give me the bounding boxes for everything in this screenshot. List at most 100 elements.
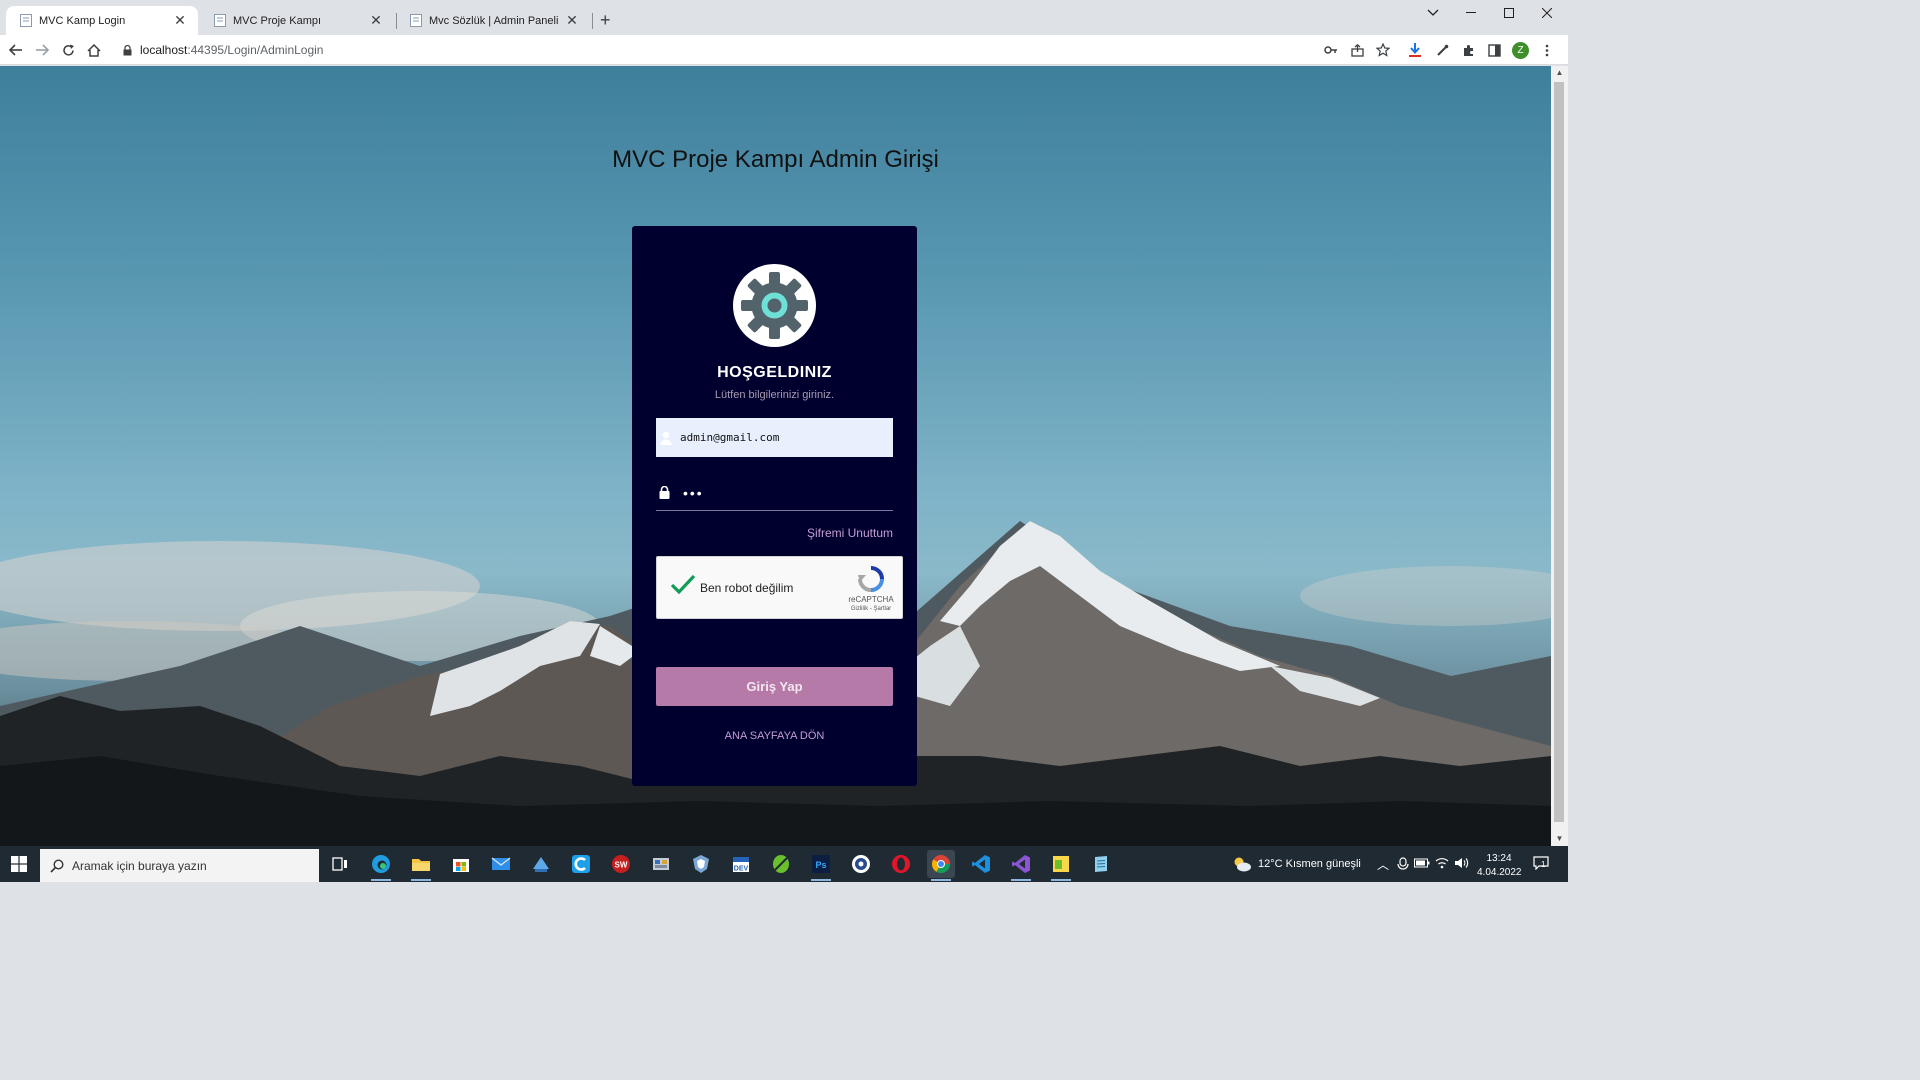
search-icon [50,858,64,873]
notification-count: 1 [1541,860,1546,869]
visual-studio-icon[interactable] [1007,850,1035,881]
sw-app-icon[interactable]: SW [607,850,635,878]
maximize-button[interactable] [1490,0,1528,25]
bookmark-star-icon[interactable] [1373,40,1393,60]
meet-now-icon[interactable] [1397,857,1409,871]
back-to-home-link[interactable]: ANA SAYFAYA DÖN [632,730,917,742]
notepad-icon[interactable] [1087,850,1115,878]
profile-avatar[interactable]: Z [1512,42,1529,59]
password-value: ••• [683,484,704,501]
minimize-button[interactable] [1452,0,1490,25]
recaptcha-label: Ben robot değilim [700,581,794,595]
scroll-up-arrow-icon[interactable]: ▲ [1554,68,1565,77]
recaptcha-brand: reCAPTCHA [848,595,894,604]
page-icon [20,14,32,27]
notifications-button[interactable]: 1 [1533,856,1551,872]
green-leaf-app-icon[interactable] [767,850,795,878]
close-icon[interactable]: ✕ [172,12,188,29]
tab-mvc-kamp-login[interactable]: MVC Kamp Login ✕ [6,6,198,35]
show-hidden-icons-chevron-icon[interactable]: ︿ [1377,856,1389,873]
edge-browser-icon[interactable] [367,850,395,881]
extensions-puzzle-icon[interactable] [1458,40,1478,60]
login-button[interactable]: Giriş Yap [656,667,893,706]
forward-arrow-icon[interactable] [32,40,52,60]
close-window-button[interactable] [1528,0,1566,25]
browser-toolbar: localhost:44395/Login/AdminLogin Z [0,35,1568,65]
login-card: HOŞGELDINIZ Lütfen bilgilerinizi giriniz… [632,226,917,786]
lock-icon [659,486,670,499]
menu-kebab-icon[interactable] [1537,40,1557,60]
system-clock[interactable]: 13:24 4.04.2022 [1477,852,1522,880]
photoshop-icon[interactable]: Ps [807,850,835,881]
email-field[interactable]: admin@gmail.com [656,418,893,457]
eyedropper-icon[interactable] [1432,40,1452,60]
recaptcha-widget[interactable]: Ben robot değilim reCAPTCHA Gizlilik - Ş… [656,556,903,619]
opera-icon[interactable] [887,850,915,878]
share-icon[interactable] [1347,40,1367,60]
new-tab-button[interactable]: + [600,11,611,29]
tab-mvc-sozluk-admin[interactable]: Mvc Sözlük | Admin Paneli ✕ [396,6,590,35]
volume-icon[interactable] [1454,857,1469,869]
battery-icon[interactable] [1414,858,1430,868]
task-view-icon[interactable] [326,850,354,878]
vertical-scrollbar[interactable]: ▲ ▼ [1551,66,1568,846]
tab-label: Mvc Sözlük | Admin Paneli [429,14,559,27]
forgot-password-link[interactable]: Şifremi Unuttum [807,526,893,540]
weather-text[interactable]: 12°C Kısmen güneşli [1258,858,1361,870]
wifi-icon[interactable] [1435,857,1449,869]
scroll-down-arrow-icon[interactable]: ▼ [1554,834,1565,843]
search-placeholder: Aramak için buraya yazın [72,858,207,873]
svg-text:Ps: Ps [815,860,826,870]
home-icon[interactable] [84,40,104,60]
clock-time: 13:24 [1486,853,1512,864]
welcome-heading: HOŞGELDINIZ [717,364,832,381]
svg-text:DEV: DEV [734,866,749,873]
page-icon [214,14,226,27]
vscode-icon[interactable] [967,850,995,878]
database-app-icon[interactable] [647,850,675,878]
address-bar[interactable]: localhost:44395/Login/AdminLogin [114,37,1404,63]
recaptcha-logo-icon [858,566,884,592]
file-explorer-icon[interactable] [407,850,435,881]
page-viewport: MVC Proje Kampı Admin Girişi HOŞGELDINIZ… [0,66,1551,846]
side-panel-icon[interactable] [1484,40,1504,60]
lock-icon [123,44,132,55]
close-icon[interactable]: ✕ [564,12,580,29]
reload-icon[interactable] [58,40,78,60]
svg-text:SW: SW [615,861,628,870]
windows-taskbar: Aramak için buraya yazın SW DEV Ps 12°C … [0,846,1568,882]
tab-label: MVC Proje Kampı [233,14,322,27]
email-value: admin@gmail.com [680,431,780,444]
key-icon[interactable] [1321,40,1341,60]
back-arrow-icon[interactable] [6,40,26,60]
microsoft-store-icon[interactable] [447,850,475,878]
password-field[interactable]: ••• [656,475,893,511]
recaptcha-privacy-links[interactable]: Gizlilik - Şartlar [845,606,897,612]
windows-logo-icon [11,856,27,872]
tab-strip: MVC Kamp Login ✕ MVC Proje Kampı ✕ Mvc S… [0,0,1568,35]
app-icon-blue-shape[interactable] [527,850,555,878]
scrollbar-thumb[interactable] [1554,82,1564,822]
checkmark-icon[interactable] [670,574,696,596]
windows-start-button[interactable] [0,846,38,882]
clock-date: 4.04.2022 [1477,867,1522,878]
tab-search-chevron-icon[interactable] [1414,0,1452,25]
round-blue-app-icon[interactable] [847,850,875,878]
shield-app-icon[interactable] [687,850,715,878]
chrome-icon[interactable] [927,850,955,881]
sticky-notes-icon[interactable] [1047,850,1075,881]
download-icon[interactable] [1405,40,1425,60]
user-icon [660,431,672,445]
taskbar-search-input[interactable]: Aramak için buraya yazın [40,849,319,882]
calendar-app-icon[interactable]: DEV [727,850,755,878]
weather-partly-sunny-icon [1234,857,1251,872]
welcome-subtitle: Lütfen bilgilerinizi giriniz. [714,389,835,401]
ccleaner-icon[interactable] [567,850,595,878]
close-icon[interactable]: ✕ [368,12,384,29]
url-text: localhost:44395/Login/AdminLogin [140,43,324,57]
page-icon [410,14,422,27]
mail-icon[interactable] [487,850,515,878]
page-title: MVC Proje Kampı Admin Girişi [612,146,939,173]
tab-mvc-proje-kampi[interactable]: MVC Proje Kampı ✕ [200,6,394,35]
tab-separator [592,13,593,29]
